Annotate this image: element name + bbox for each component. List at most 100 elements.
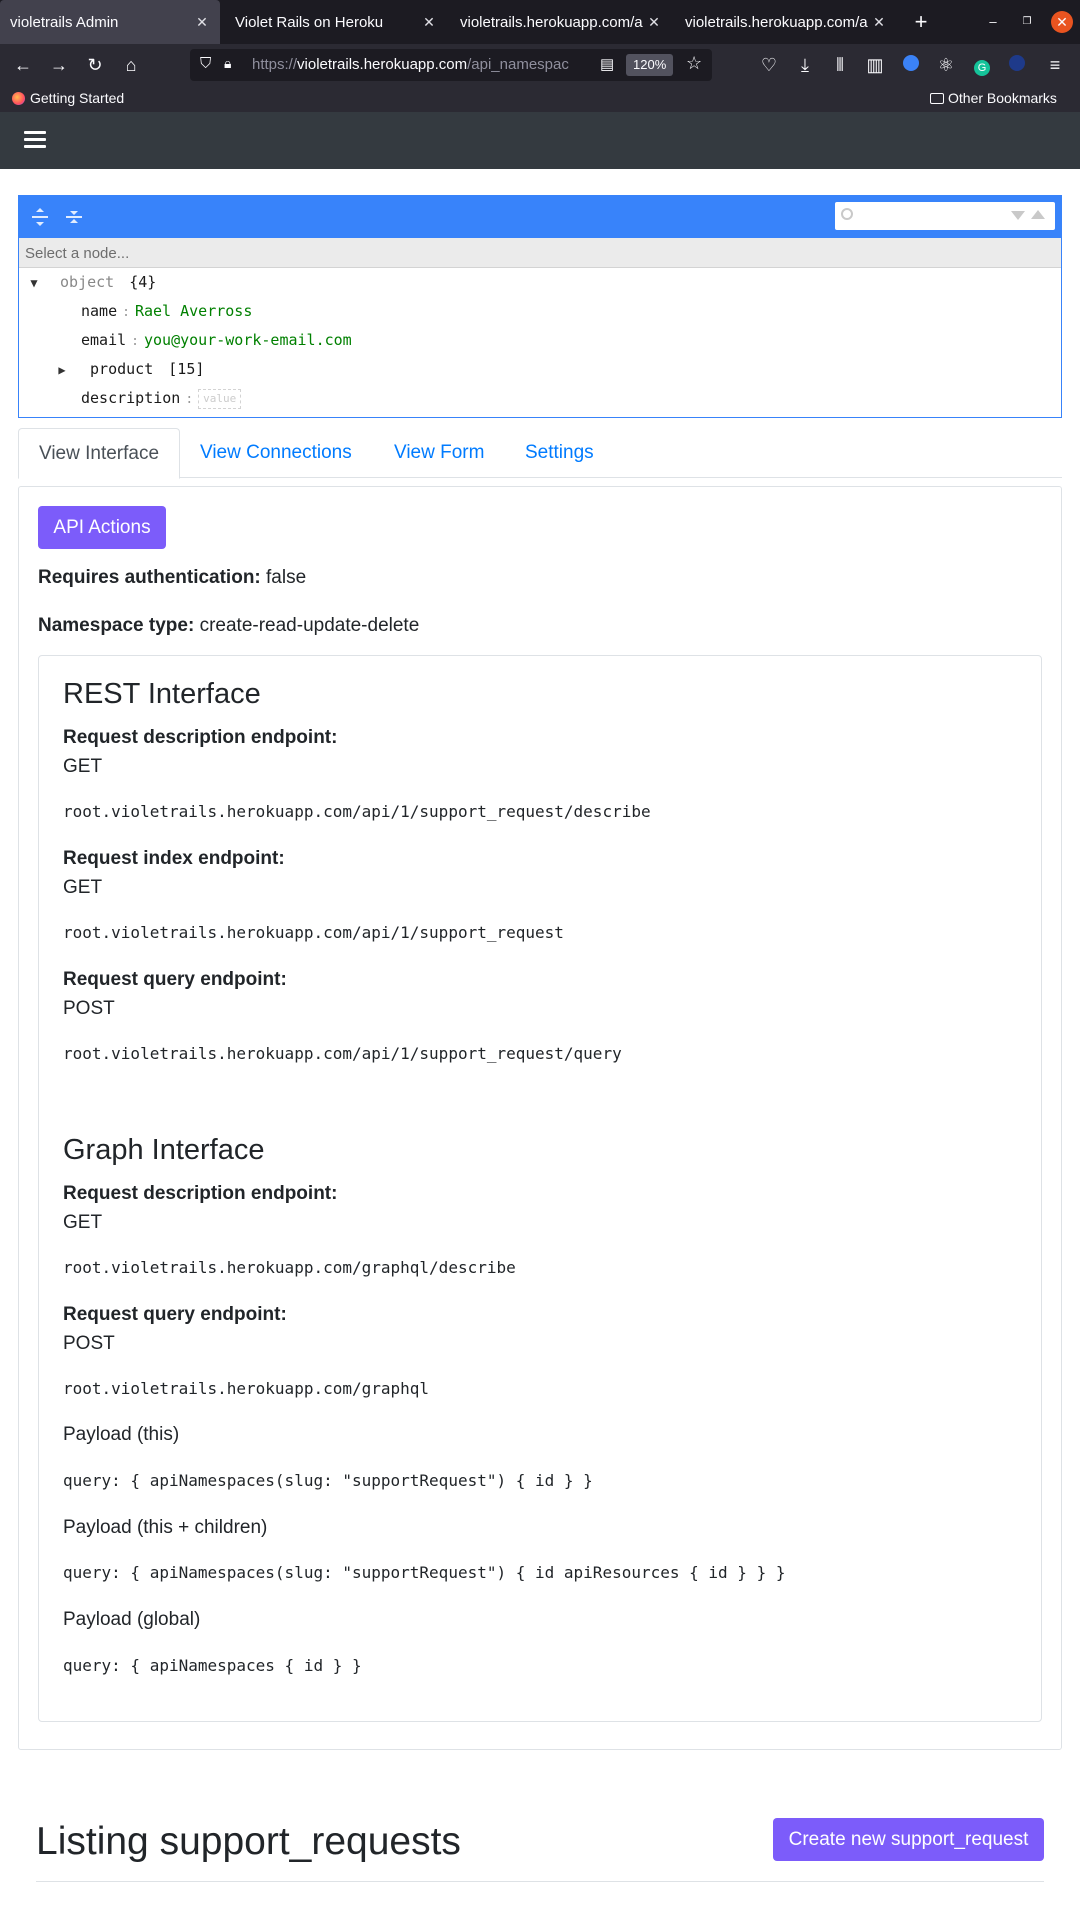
browser-tab-active[interactable]: violetrails Admin ✕ xyxy=(0,0,220,44)
bookmarks-toolbar: Getting Started Other Bookmarks xyxy=(0,86,1080,112)
endpoint-verb: GET xyxy=(63,877,103,898)
react-devtools-icon[interactable]: ⚛ xyxy=(935,54,957,76)
pocket-icon[interactable]: ♡ xyxy=(758,54,780,76)
tab-title: Violet Rails on Heroku xyxy=(235,13,384,31)
endpoint-verb: POST xyxy=(63,998,115,1019)
json-field-row[interactable]: ▶ product [15] xyxy=(53,355,204,384)
bookmark-other[interactable]: Other Bookmarks xyxy=(930,90,1057,106)
library-icon[interactable]: ⫴ xyxy=(829,54,851,76)
forward-arrow-icon[interactable]: → xyxy=(48,54,70,76)
endpoint-label: Request description endpoint: xyxy=(63,1183,338,1204)
json-field-row[interactable]: description: value xyxy=(81,384,242,413)
sidebar-icon[interactable]: ▥ xyxy=(864,54,886,76)
firefox-icon xyxy=(12,91,25,105)
browser-tab[interactable]: violetrails.herokuapp.com/a ✕ xyxy=(675,0,897,44)
app-menu-icon[interactable]: ≡ xyxy=(1044,54,1066,76)
json-value[interactable]: you@your-work-email.com xyxy=(144,331,352,349)
auth-line: Requires authentication: false xyxy=(38,567,306,589)
close-icon[interactable]: ✕ xyxy=(194,14,210,31)
endpoint-url: root.violetrails.herokuapp.com/api/1/sup… xyxy=(63,802,651,821)
tab-view-form[interactable]: View Form xyxy=(374,428,504,478)
collapse-all-icon[interactable] xyxy=(63,206,85,228)
reload-icon[interactable]: ↻ xyxy=(84,54,106,76)
payload-query: query: { apiNamespaces { id } } xyxy=(63,1656,362,1675)
search-icon xyxy=(841,208,853,220)
create-support-request-button[interactable]: Create new support_request xyxy=(773,1818,1044,1861)
close-icon[interactable]: ✕ xyxy=(871,14,887,31)
json-array-count: [15] xyxy=(168,360,205,378)
tab-view-interface[interactable]: View Interface xyxy=(18,428,181,479)
endpoint-url: root.violetrails.herokuapp.com/api/1/sup… xyxy=(63,923,564,942)
json-editor-menu xyxy=(19,196,1061,238)
hamburger-menu-icon[interactable] xyxy=(24,131,46,149)
close-icon[interactable]: ✕ xyxy=(646,14,662,31)
url-path: /api_namespac xyxy=(467,56,569,73)
api-actions-button[interactable]: API Actions xyxy=(38,506,166,549)
expand-all-icon[interactable] xyxy=(29,206,51,228)
download-icon[interactable]: ⤓ xyxy=(794,54,816,76)
json-empty-value[interactable]: value xyxy=(198,388,242,409)
tab-settings[interactable]: Settings xyxy=(505,428,614,478)
payload-label: Payload (this) xyxy=(63,1424,180,1445)
namespace-tabs: View Interface View Connections View For… xyxy=(18,428,1062,479)
restore-icon[interactable]: ❐ xyxy=(1016,11,1038,33)
grammarly-icon[interactable]: G xyxy=(971,54,993,76)
json-key[interactable]: email xyxy=(81,331,126,349)
new-tab-plus-icon[interactable]: + xyxy=(908,9,934,35)
endpoint-verb: POST xyxy=(63,1333,115,1354)
endpoint-url: root.violetrails.herokuapp.com/graphql xyxy=(63,1379,430,1398)
listing-title: Listing support_requests xyxy=(36,1820,461,1863)
browser-navigation-bar: ← → ↻ ⌂ ⛉ 🔒︎ https://violetrails.herokua… xyxy=(0,44,1080,86)
collapse-triangle-icon[interactable]: ▼ xyxy=(25,269,43,298)
json-key[interactable]: product xyxy=(80,360,153,378)
json-root-row[interactable]: ▼ object {4} xyxy=(25,268,156,297)
tab-title: violetrails.herokuapp.com/a xyxy=(460,13,643,31)
window-close-icon[interactable]: ✕ xyxy=(1051,11,1073,33)
url-scheme: https:// xyxy=(252,56,298,73)
lock-icon[interactable]: 🔒︎ xyxy=(224,55,231,72)
graph-interface-heading: Graph Interface xyxy=(63,1134,265,1166)
address-bar[interactable]: ⛉ 🔒︎ https://violetrails.herokuapp.com/a… xyxy=(190,49,712,81)
back-arrow-icon[interactable]: ← xyxy=(12,54,34,76)
zoom-level-badge[interactable]: 120% xyxy=(626,54,674,76)
divider xyxy=(36,1881,1044,1882)
bookmark-getting-started[interactable]: Getting Started xyxy=(12,90,124,106)
bookmark-star-icon[interactable]: ☆ xyxy=(686,53,702,74)
tab-title: violetrails.herokuapp.com/a xyxy=(685,13,868,31)
tab-title: violetrails Admin xyxy=(10,13,119,31)
auth-label: Requires authentication: xyxy=(38,567,261,588)
browser-tab[interactable]: violetrails.herokuapp.com/a ✕ xyxy=(450,0,672,44)
expand-triangle-icon[interactable]: ▶ xyxy=(53,356,71,385)
shield-icon[interactable]: ⛉ xyxy=(200,55,211,72)
endpoint-label: Request index endpoint: xyxy=(63,848,285,869)
minimize-icon[interactable]: – xyxy=(982,11,1004,33)
search-previous-icon[interactable] xyxy=(1031,210,1045,219)
endpoint-url: root.violetrails.herokuapp.com/api/1/sup… xyxy=(63,1044,622,1063)
browser-tab[interactable]: Violet Rails on Heroku ✕ xyxy=(225,0,447,44)
close-icon[interactable]: ✕ xyxy=(421,14,437,31)
json-key[interactable]: name xyxy=(81,302,117,320)
reader-view-icon[interactable]: ▤ xyxy=(600,55,614,73)
endpoint-verb: GET xyxy=(63,1212,103,1233)
view-interface-pane: API Actions Requires authentication: fal… xyxy=(18,486,1062,1750)
json-field-row[interactable]: email: you@your-work-email.com xyxy=(81,326,352,355)
browser-tab-bar: violetrails Admin ✕ Violet Rails on Hero… xyxy=(0,0,1080,44)
rest-interface-heading: REST Interface xyxy=(63,678,261,710)
json-search-box[interactable] xyxy=(835,202,1055,230)
interface-card: REST Interface Request description endpo… xyxy=(38,655,1042,1722)
bookmark-label: Getting Started xyxy=(30,90,125,106)
json-field-row[interactable]: name: Rael Averross xyxy=(81,297,252,326)
json-key[interactable]: description xyxy=(81,389,180,407)
tab-view-connections[interactable]: View Connections xyxy=(180,428,372,478)
home-icon[interactable]: ⌂ xyxy=(120,54,142,76)
json-editor: Select a node... ▼ object {4} name: Rael … xyxy=(18,195,1062,418)
password-manager-icon[interactable] xyxy=(900,54,922,76)
site-navbar xyxy=(0,112,1080,169)
json-node-navigation[interactable]: Select a node... xyxy=(19,238,1061,268)
json-value[interactable]: Rael Averross xyxy=(135,302,252,320)
search-next-icon[interactable] xyxy=(1011,211,1025,220)
extension-icon[interactable] xyxy=(1006,54,1028,76)
endpoint-verb: GET xyxy=(63,756,103,777)
payload-query: query: { apiNamespaces(slug: "supportReq… xyxy=(63,1563,786,1582)
namespace-type-value: create-read-update-delete xyxy=(199,615,420,636)
